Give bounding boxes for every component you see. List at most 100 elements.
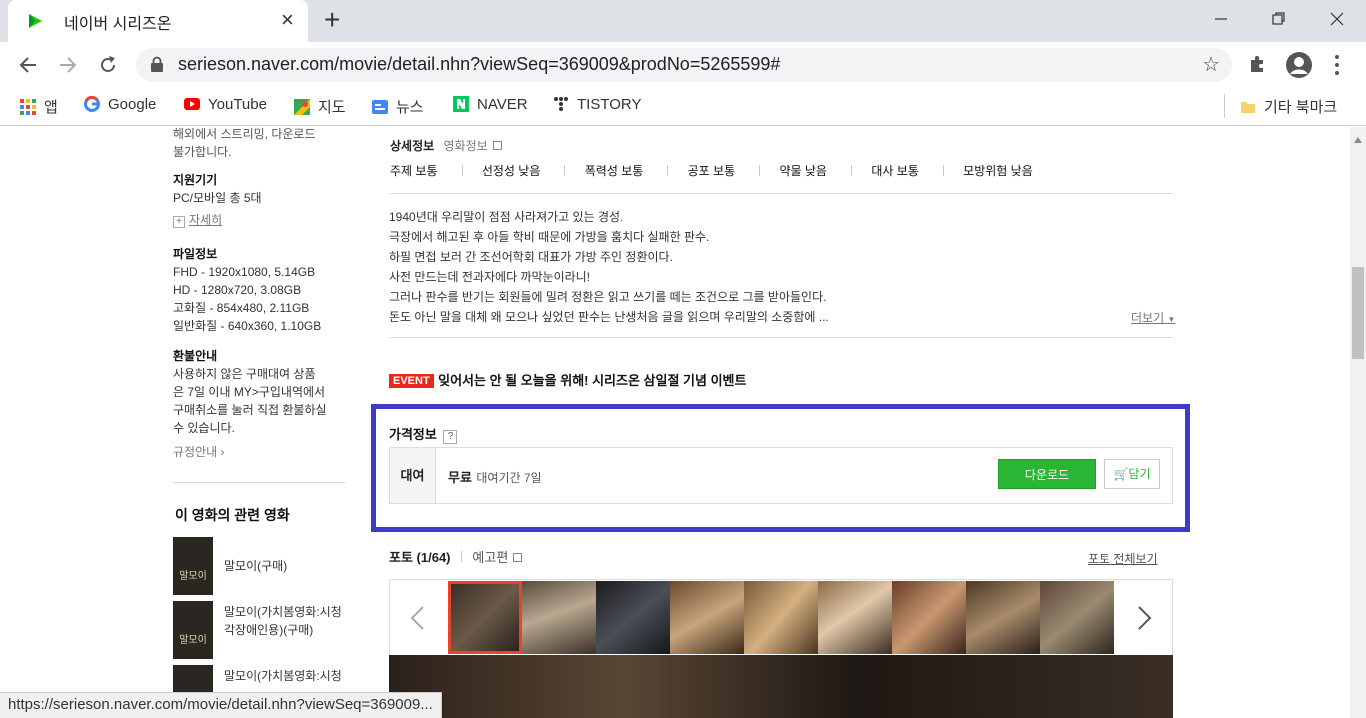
related-poster[interactable]: 말모이 [173, 601, 213, 659]
scrollbar[interactable] [1350, 127, 1366, 718]
bookmark-label: 앱 [44, 99, 58, 116]
photo-thumbnail-selected[interactable] [448, 581, 522, 654]
rating-tag: 공포 보통 [688, 164, 761, 178]
bookmark-label: NAVER [477, 96, 528, 113]
related-movie-link[interactable]: 말모이(구매) [224, 557, 287, 574]
chevron-right-icon[interactable] [1136, 605, 1154, 631]
refund-title: 환불안내 [173, 349, 218, 363]
bookmark-star-icon[interactable]: ☆ [1202, 52, 1220, 77]
bookmark-label: TISTORY [577, 96, 642, 113]
price-header: 가격정보 ? [389, 424, 458, 444]
related-movie-link[interactable]: 말모이(가치봄영화:시청 [224, 667, 342, 684]
rating-tag: 선정성 낮음 [482, 164, 566, 178]
note-line: 해외에서 스트리밍, 다운로드 [173, 127, 316, 141]
separator [460, 551, 462, 562]
related-poster[interactable]: 말모이 [173, 537, 213, 595]
rating-tag-text: 약물 낮음 [779, 164, 827, 178]
bookmark-youtube[interactable]: YouTube [184, 96, 267, 116]
new-tab-button[interactable]: + [324, 4, 340, 36]
status-bar-url: https://serieson.naver.com/movie/detail.… [0, 692, 442, 718]
reload-icon[interactable] [98, 55, 118, 75]
apps-grid-icon [20, 99, 36, 115]
rating-tag: 약물 낮음 [779, 164, 852, 178]
profile-avatar-icon[interactable] [1285, 51, 1313, 79]
download-button[interactable]: 다운로드 [998, 459, 1096, 489]
maps-icon [294, 99, 310, 115]
devices-title: 지원기기 [173, 173, 218, 187]
address-bar[interactable]: serieson.naver.com/movie/detail.nhn?view… [136, 48, 1232, 82]
extensions-icon[interactable] [1248, 54, 1268, 74]
movie-info-link[interactable]: 영화정보 [444, 139, 488, 153]
tag-separator [667, 165, 669, 176]
rating-tag-text: 선정성 낮음 [481, 164, 541, 178]
view-all-photos-link[interactable]: 포토 전체보기 [1088, 550, 1158, 567]
bookmark-label: 뉴스 [396, 99, 424, 116]
synopsis-line: 하필 면접 보러 간 조선어학회 대표가 가방 주인 정환이다. [389, 250, 673, 264]
minimize-icon[interactable] [1214, 12, 1228, 26]
bookmark-news[interactable]: 뉴스 [372, 96, 424, 116]
photo-thumbnail[interactable] [744, 581, 818, 654]
active-tab[interactable]: 네이버 시리즈온 × [8, 0, 308, 42]
scrollbar-thumb[interactable] [1352, 267, 1364, 359]
bookmark-google[interactable]: Google [84, 96, 156, 116]
divider [389, 337, 1173, 338]
add-to-cart-button[interactable]: 🛒담기 [1104, 459, 1160, 489]
bookmark-label: 지도 [318, 99, 346, 116]
related-movies-title: 이 영화의 관련 영화 [175, 507, 290, 523]
main-photo-preview[interactable] [389, 655, 1173, 718]
tab-photos[interactable]: 포토 (1/64) [389, 550, 451, 565]
photo-thumbnail[interactable] [892, 581, 966, 654]
rating-tag: 모방위험 낮음 [963, 164, 1049, 178]
file-info-title: 파일정보 [173, 247, 218, 261]
overseas-note: 해외에서 스트리밍, 다운로드 불가합니다. [173, 127, 315, 161]
forward-icon[interactable] [58, 55, 78, 75]
related-movie-link[interactable]: 말모이(가치봄영화:시청 각장애인용)(구매) [224, 603, 342, 639]
tag-separator [759, 165, 761, 176]
youtube-icon [184, 98, 200, 110]
photo-thumbnail[interactable] [966, 581, 1040, 654]
price-amount: 무료 [448, 470, 472, 485]
refund-line: 수 있습니다. [173, 421, 235, 435]
bookmark-tistory[interactable]: TISTORY [553, 96, 641, 116]
rating-tags: 주제 보통 선정성 낮음 폭력성 보통 공포 보통 약물 낮음 대사 보통 모방… [390, 162, 1065, 179]
more-link[interactable]: + 자세히 [173, 211, 262, 229]
bookmark-maps[interactable]: 지도 [294, 96, 346, 116]
folder-icon [1241, 102, 1255, 113]
event-badge: EVENT [389, 374, 434, 388]
scroll-up-icon[interactable] [1354, 137, 1362, 143]
photos-label: 포토 [389, 550, 413, 565]
more-label: 자세히 [189, 213, 223, 227]
file-info-section: 파일정보 FHD - 1920x1080, 5.14GB HD - 1280x7… [173, 245, 321, 335]
refund-line: 구매취소를 눌러 직접 환불하실 [173, 403, 327, 417]
photo-thumbnail[interactable] [818, 581, 892, 654]
chevron-left-icon[interactable] [408, 605, 426, 631]
help-icon[interactable]: ? [443, 430, 458, 444]
rental-type-label: 대여 [390, 448, 436, 503]
photo-thumbnail[interactable] [596, 581, 670, 654]
more-button[interactable]: 더보기 ▼ [1131, 309, 1175, 326]
external-link-icon [512, 553, 522, 562]
photo-thumbnail[interactable] [1040, 581, 1114, 654]
event-banner[interactable]: EVENT 잊어서는 안 될 오늘을 위해! 시리즈온 삼일절 기념 이벤트 [389, 370, 746, 390]
detail-header: 상세정보 영화정보 [390, 137, 503, 154]
back-icon[interactable] [18, 55, 38, 75]
tab-close-icon[interactable]: × [281, 8, 294, 32]
menu-dots-icon[interactable] [1333, 54, 1341, 76]
bookmark-other-folder[interactable]: 기타 북마크 [1240, 96, 1337, 116]
refund-line: 은 7일 이내 MY>구입내역에서 [173, 385, 326, 399]
url-text[interactable]: serieson.naver.com/movie/detail.nhn?view… [178, 54, 780, 75]
tab-trailer[interactable]: 예고편 [472, 550, 508, 565]
policy-link[interactable]: 규정안내 › [173, 443, 327, 461]
cart-label: 담기 [1128, 467, 1151, 481]
page-viewport: 해외에서 스트리밍, 다운로드 불가합니다. 지원기기 PC/모바일 총 5대 … [0, 127, 1350, 718]
photo-thumbnail[interactable] [522, 581, 596, 654]
refund-line: 사용하지 않은 구매대여 상품 [173, 367, 316, 381]
photo-thumbnail[interactable] [670, 581, 744, 654]
plus-icon: + [173, 216, 185, 228]
bookmark-naver[interactable]: NAVER [453, 96, 528, 116]
bookmark-apps[interactable]: 앱 [20, 96, 58, 116]
restore-icon[interactable] [1272, 12, 1286, 26]
window-close-icon[interactable] [1330, 12, 1344, 26]
photo-count: (1/64) [416, 550, 451, 565]
rating-tag-text: 모방위험 낮음 [963, 164, 1033, 178]
